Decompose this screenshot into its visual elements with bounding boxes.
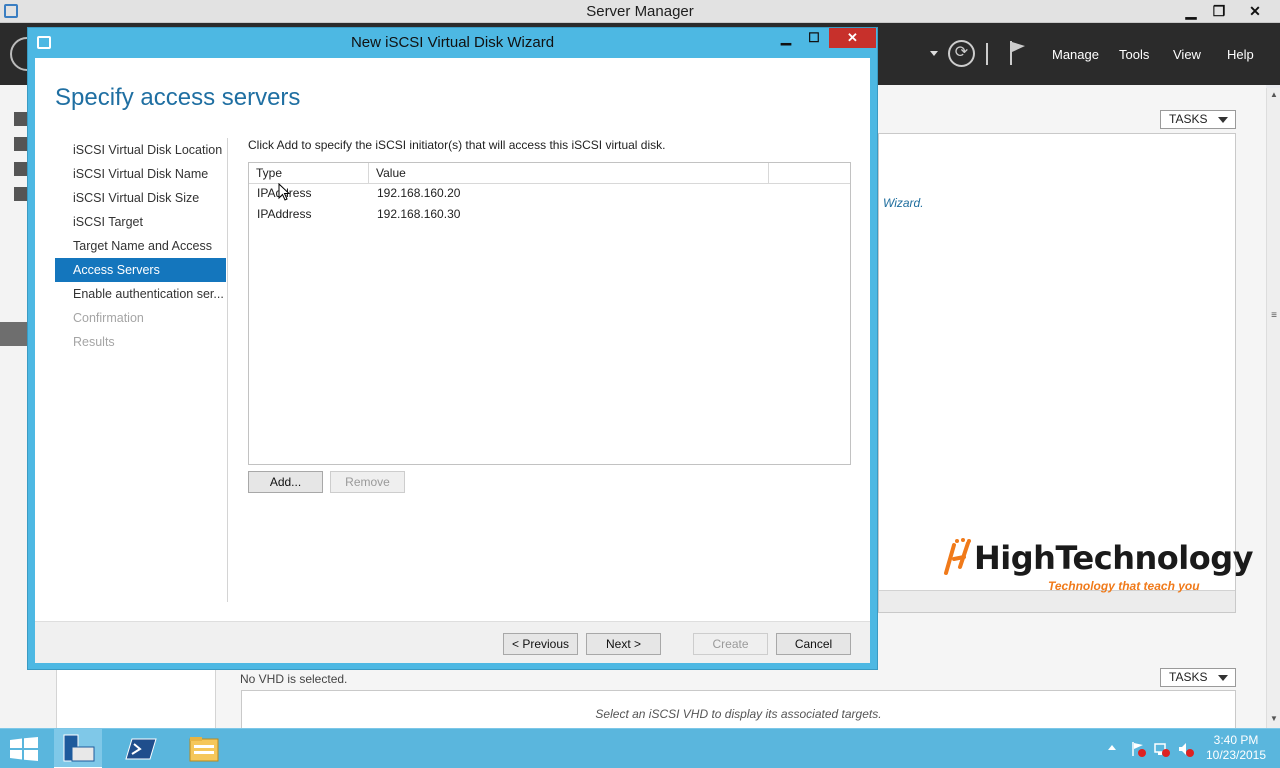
header-separator: [986, 43, 988, 65]
step-access-servers[interactable]: Access Servers: [55, 258, 226, 282]
list-header: Type Value: [249, 163, 850, 184]
wizard-title: New iSCSI Virtual Disk Wizard: [350, 34, 555, 51]
add-button[interactable]: Add...: [248, 471, 323, 493]
targets-panel-message: Select an iSCSI VHD to display its assoc…: [595, 707, 882, 721]
powershell-icon: [125, 738, 157, 760]
wizard-maximize-button[interactable]: ☐: [800, 28, 828, 48]
folder-icon: [189, 737, 219, 762]
all-servers-icon[interactable]: [14, 162, 28, 176]
minimize-button[interactable]: ▁: [1176, 1, 1206, 21]
scroll-up-icon[interactable]: ▲: [1267, 88, 1280, 102]
chevron-down-icon: [1218, 117, 1228, 123]
logo-mark-icon: [944, 538, 971, 575]
wizard-footer: < Previous Next > Create Cancel: [35, 621, 870, 663]
taskbar-powershell[interactable]: [118, 729, 166, 768]
step-iscsi-target[interactable]: iSCSI Target: [55, 210, 226, 234]
taskbar-clock[interactable]: 3:40 PM 10/23/2015: [1196, 733, 1276, 763]
file-services-icon[interactable]: [14, 187, 28, 201]
restore-button[interactable]: ❐: [1204, 1, 1234, 21]
hightechnology-logo: HighTechnology Technology that teach you: [940, 537, 1253, 597]
wizard-titlebar[interactable]: New iSCSI Virtual Disk Wizard ▁ ☐ ✕: [28, 28, 877, 57]
breadcrumb-dropdown-icon[interactable]: [930, 51, 938, 56]
step-disk-location[interactable]: iSCSI Virtual Disk Location: [55, 138, 226, 162]
action-center-icon[interactable]: [1130, 741, 1146, 757]
taskbar-file-explorer[interactable]: [180, 729, 228, 768]
row-value: 192.168.160.30: [377, 207, 461, 221]
instruction-text: Click Add to specify the iSCSI initiator…: [248, 138, 666, 152]
server-manager-title: Server Manager: [586, 3, 694, 20]
step-enable-authentication[interactable]: Enable authentication ser...: [55, 282, 226, 306]
logo-name: HighTechnology: [974, 539, 1253, 577]
previous-button[interactable]: < Previous: [503, 633, 578, 655]
wizard-link[interactable]: Wizard.: [883, 196, 924, 210]
scroll-thumb[interactable]: ≡: [1269, 310, 1279, 322]
wizard-minimize-button[interactable]: ▁: [772, 28, 800, 48]
menu-tools[interactable]: Tools: [1119, 47, 1149, 62]
create-button[interactable]: Create: [693, 633, 768, 655]
windows-start-icon[interactable]: [10, 737, 38, 761]
show-hidden-icons-icon[interactable]: [1108, 745, 1116, 750]
page-title: Specify access servers: [55, 84, 301, 111]
row-type: IPAddress: [249, 183, 369, 204]
server-manager-taskbar-icon: [63, 734, 95, 762]
vertical-scrollbar[interactable]: ▲ ≡ ▼: [1266, 88, 1280, 728]
cancel-button[interactable]: Cancel: [776, 633, 851, 655]
dashboard-icon[interactable]: [14, 112, 28, 126]
row-type: IPAddress: [257, 207, 312, 221]
tasks-label: TASKS: [1169, 112, 1208, 126]
close-button[interactable]: ✕: [1240, 1, 1270, 21]
volume-muted-icon[interactable]: [1178, 741, 1194, 757]
step-confirmation: Confirmation: [73, 311, 144, 325]
step-disk-size[interactable]: iSCSI Virtual Disk Size: [55, 186, 226, 210]
taskbar-server-manager[interactable]: [54, 729, 102, 768]
column-header-value[interactable]: Value: [369, 163, 769, 183]
table-row[interactable]: IPAddress 192.168.160.30: [249, 204, 850, 225]
logo-tagline: Technology that teach you: [1048, 579, 1200, 593]
refresh-icon[interactable]: ⟳: [948, 40, 975, 67]
wizard-steps: iSCSI Virtual Disk Location iSCSI Virtua…: [55, 138, 226, 354]
clock-time: 3:40 PM: [1213, 733, 1259, 747]
tasks-dropdown-bottom[interactable]: TASKS: [1160, 668, 1236, 687]
step-target-name-access[interactable]: Target Name and Access: [55, 234, 226, 258]
wizard-body: Specify access servers iSCSI Virtual Dis…: [35, 58, 870, 663]
initiators-list[interactable]: Type Value IPAddress 192.168.160.20 IPAd…: [248, 162, 851, 465]
network-icon[interactable]: [1154, 741, 1170, 757]
wizard-close-button[interactable]: ✕: [829, 28, 876, 48]
mouse-cursor-icon: [278, 183, 290, 201]
step-results: Results: [73, 335, 115, 349]
steps-divider: [227, 138, 228, 602]
notifications-flag-icon[interactable]: [1008, 40, 1028, 66]
step-disk-name[interactable]: iSCSI Virtual Disk Name: [55, 162, 226, 186]
menu-view[interactable]: View: [1173, 47, 1201, 62]
next-button[interactable]: Next >: [586, 633, 661, 655]
taskbar: 3:40 PM 10/23/2015: [0, 728, 1280, 768]
table-row[interactable]: IPAddress 192.168.160.20: [249, 183, 850, 204]
remove-button[interactable]: Remove: [330, 471, 405, 493]
column-header-type[interactable]: Type: [249, 163, 369, 183]
iscsi-wizard-window: New iSCSI Virtual Disk Wizard ▁ ☐ ✕ Spec…: [27, 27, 878, 670]
local-server-icon[interactable]: [14, 137, 28, 151]
menu-manage[interactable]: Manage: [1052, 47, 1099, 62]
tasks-dropdown-top[interactable]: TASKS: [1160, 110, 1236, 129]
targets-panel: Select an iSCSI VHD to display its assoc…: [241, 690, 1236, 730]
clock-date: 10/23/2015: [1205, 748, 1267, 762]
no-vhd-selected-text: No VHD is selected.: [240, 672, 348, 686]
tasks-label: TASKS: [1169, 670, 1208, 684]
column-header-extra[interactable]: [769, 163, 850, 183]
server-manager-titlebar: Server Manager ▁ ❐ ✕: [0, 0, 1280, 23]
row-value: 192.168.160.20: [377, 186, 461, 200]
chevron-down-icon: [1218, 675, 1228, 681]
nav-active-indicator[interactable]: [0, 322, 30, 346]
scroll-down-icon[interactable]: ▼: [1267, 712, 1280, 726]
menu-help[interactable]: Help: [1227, 47, 1254, 62]
